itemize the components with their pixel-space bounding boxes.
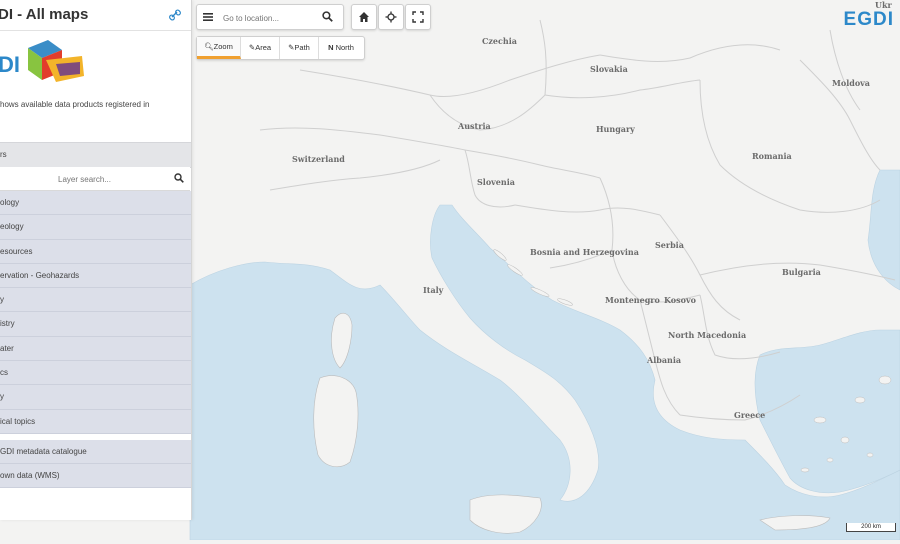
label-slovenia: Slovenia (477, 177, 515, 187)
layer-search-input[interactable] (0, 170, 169, 188)
label-moldova: Moldova (832, 78, 870, 88)
layer-item-label: y (0, 392, 4, 402)
layer-item[interactable]: esources (0, 239, 191, 264)
metadata-catalogue-label: GDI metadata catalogue (0, 447, 87, 456)
area-tool-label: Area (255, 43, 272, 52)
zoom-tool-label: Zoom (213, 42, 233, 51)
layer-item[interactable]: ical topics (0, 409, 191, 434)
link-icon[interactable] (169, 9, 181, 21)
layer-item-label: ervation - Geohazards (0, 270, 80, 280)
home-button[interactable] (351, 4, 377, 30)
layer-item[interactable]: eology (0, 215, 191, 240)
label-italy: Italy (423, 285, 444, 295)
sidebar-title: DI - All maps (0, 6, 89, 23)
north-icon: N (328, 43, 336, 52)
label-slovakia: Slovakia (590, 64, 628, 74)
layer-item[interactable]: istry (0, 312, 191, 337)
magnifier-icon: 🔍︎ (204, 42, 214, 51)
label-serbia: Serbia (655, 240, 684, 250)
zoom-tool[interactable]: 🔍︎Zoom (197, 37, 241, 59)
layer-item-label: esources (0, 246, 33, 256)
own-data-wms-link[interactable]: own data (WMS) (0, 464, 191, 488)
logo-text: DI (0, 52, 20, 77)
layer-list: ology eology esources ervation - Geohaza… (0, 191, 191, 434)
sidebar: DI - All maps DI hows available data pro… (0, 0, 192, 520)
metadata-catalogue-link[interactable]: GDI metadata catalogue (0, 440, 191, 464)
search-icon[interactable] (174, 173, 184, 183)
extra-links: GDI metadata catalogue own data (WMS) (0, 440, 191, 488)
label-greece: Greece (734, 410, 765, 420)
fullscreen-icon (412, 11, 424, 23)
area-tool[interactable]: ✎Area (241, 37, 280, 59)
island-sardinia (313, 375, 359, 468)
layer-item-label: ical topics (0, 416, 36, 426)
sidebar-description: hows available data products registered … (0, 100, 150, 109)
label-czechia: Czechia (482, 36, 517, 46)
label-switzerland: Switzerland (292, 154, 345, 164)
fullscreen-button[interactable] (405, 4, 431, 30)
label-kosovo: Kosovo (664, 295, 697, 305)
layer-item-label: eology (0, 222, 24, 232)
layer-item[interactable]: cs (0, 361, 191, 386)
label-bosnia: Bosnia and Herzegovina (530, 247, 639, 257)
crosshair-icon (385, 11, 397, 23)
path-tool-label: Path (294, 43, 310, 52)
measure-tools: 🔍︎Zoom ✎Area ✎Path N North (196, 36, 365, 60)
label-romania: Romania (752, 151, 792, 161)
layer-item-label: y (0, 295, 4, 305)
layer-item-label: ater (0, 343, 14, 353)
location-search-icon[interactable] (322, 11, 333, 22)
path-tool[interactable]: ✎Path (280, 37, 319, 59)
layer-item[interactable]: y (0, 385, 191, 410)
layer-item[interactable]: ology (0, 191, 191, 216)
location-search-bar (196, 4, 344, 30)
home-icon (359, 12, 369, 22)
label-albania: Albania (646, 355, 681, 365)
layer-item-label: cs (0, 368, 8, 378)
scale-bar: 200 km (846, 523, 896, 532)
north-tool[interactable]: N North (319, 37, 363, 59)
location-search-input[interactable] (221, 9, 320, 27)
layer-search-box (0, 167, 190, 191)
label-austria: Austria (457, 121, 491, 131)
label-montenegro: Montenegro (605, 295, 661, 305)
layers-section-label: rs (0, 150, 7, 159)
brand-logo: EGDI (843, 9, 894, 30)
north-tool-label: North (335, 43, 354, 52)
label-north-macedonia: North Macedonia (668, 330, 746, 340)
layer-item-label: ology (0, 198, 20, 207)
layer-item[interactable]: ervation - Geohazards (0, 263, 191, 289)
menu-icon[interactable] (202, 11, 214, 23)
layer-item[interactable]: ater (0, 336, 191, 362)
label-hungary: Hungary (596, 124, 635, 134)
label-bulgaria: Bulgaria (782, 267, 821, 277)
locate-button[interactable] (378, 4, 404, 30)
own-data-wms-label: own data (WMS) (0, 471, 60, 480)
layers-section-header[interactable]: rs (0, 142, 191, 168)
layer-item-label: istry (0, 319, 15, 329)
layer-item[interactable]: y (0, 288, 191, 313)
sidebar-header: DI - All maps (0, 0, 191, 31)
